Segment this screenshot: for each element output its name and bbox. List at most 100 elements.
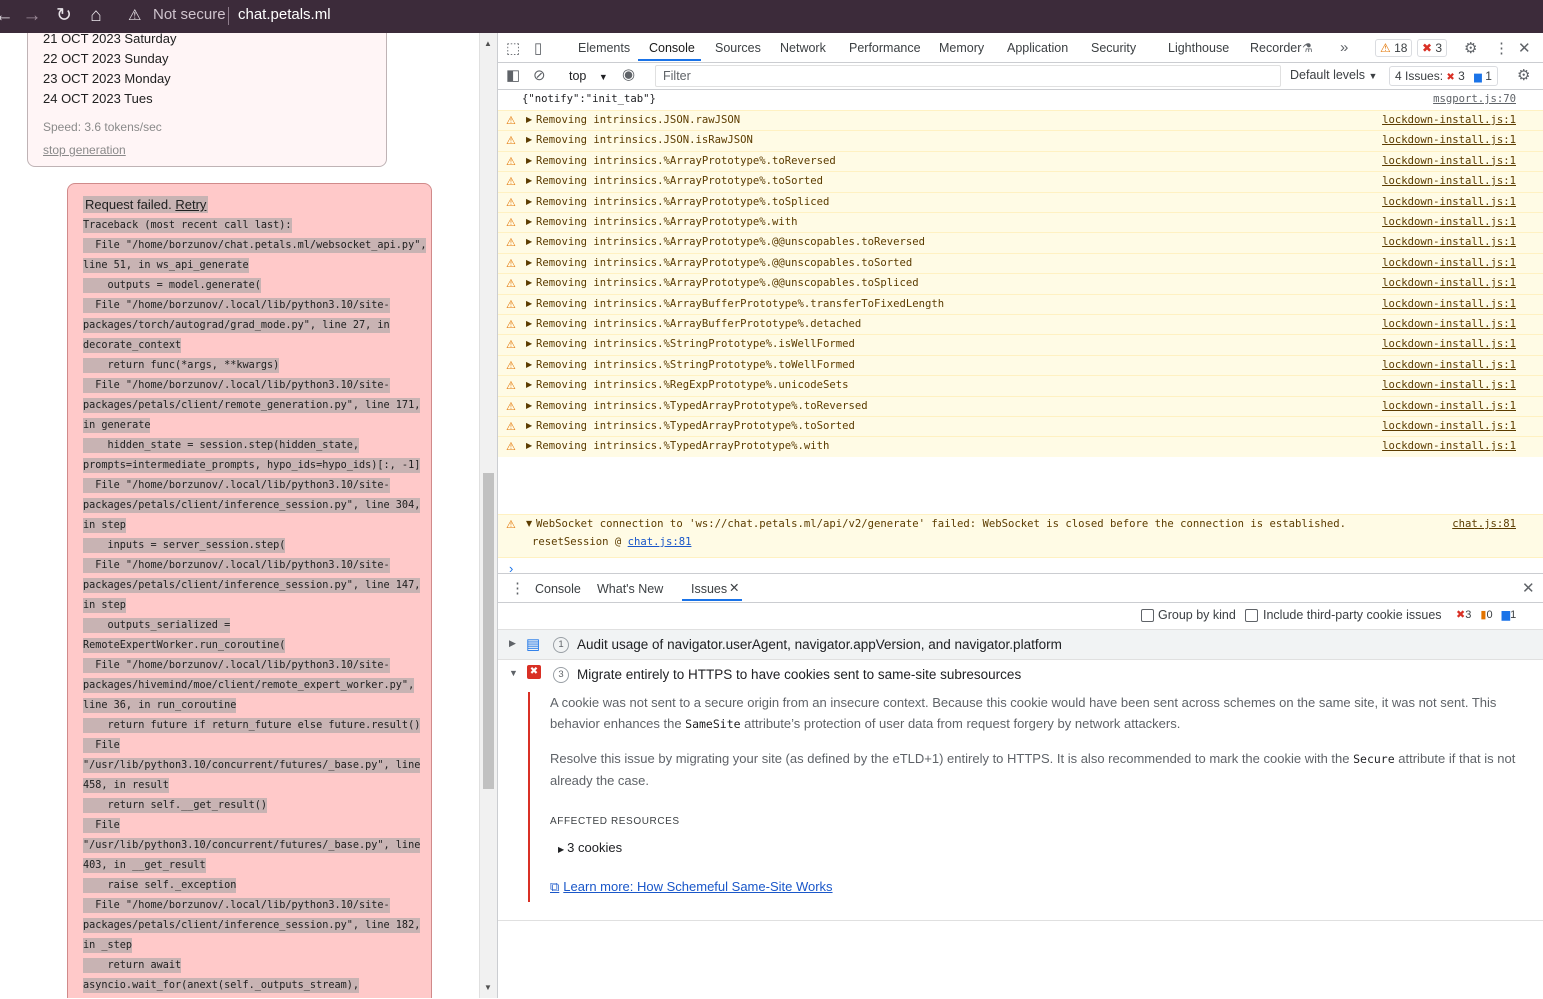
tab-memory[interactable]: Memory	[939, 41, 984, 55]
forward-arrow-icon[interactable]: →	[20, 4, 44, 28]
log-source-link[interactable]: lockdown-install.js:1	[1382, 196, 1516, 208]
group-by-kind-checkbox[interactable]	[1141, 609, 1154, 622]
collapsed-triangle-icon[interactable]: ▶	[526, 197, 532, 206]
device-toolbar-icon[interactable]: ▯	[534, 39, 542, 57]
collapsed-triangle-icon[interactable]: ▶	[526, 421, 532, 430]
collapsed-triangle-icon[interactable]: ▶	[526, 156, 532, 165]
clear-console-icon[interactable]: ⊘	[533, 66, 546, 84]
collapsed-triangle-icon[interactable]: ▶	[509, 638, 516, 649]
console-warning-row[interactable]: ⚠ ▶ Removing intrinsics.%TypedArrayPrototy…	[498, 416, 1543, 437]
console-warning-row[interactable]: ⚠ ▶ Removing intrinsics.%ArrayBufferProtot…	[498, 293, 1543, 315]
log-source-link[interactable]: chat.js:81	[1452, 518, 1516, 530]
filter-input[interactable]: Filter	[655, 65, 1281, 87]
console-warning-row[interactable]: ⚠ ▶ Removing intrinsics.JSON.rawJSON lockdo…	[498, 110, 1543, 131]
errors-counter[interactable]: ✖ 3	[1417, 39, 1448, 57]
log-source-link[interactable]: lockdown-install.js:1	[1382, 359, 1516, 371]
drawer-menu-icon[interactable]: ⋮	[510, 579, 525, 597]
warnings-counter[interactable]: ⚠ 18	[1375, 39, 1413, 57]
address-bar-url[interactable]: chat.petals.ml	[238, 6, 331, 23]
log-source-link[interactable]: lockdown-install.js:1	[1382, 379, 1516, 391]
collapsed-triangle-icon[interactable]: ▶	[526, 441, 532, 450]
tab-network[interactable]: Network	[780, 41, 826, 55]
back-arrow-icon[interactable]: ←	[0, 4, 16, 28]
learn-more-link[interactable]: ⧉ Learn more: How Schemeful Same-Site Wor…	[550, 879, 833, 895]
collapsed-triangle-icon[interactable]: ▶	[526, 339, 532, 348]
collapsed-triangle-icon[interactable]: ▶	[526, 237, 532, 246]
console-prompt-icon[interactable]: ›	[509, 561, 513, 573]
reload-icon[interactable]: ↻	[52, 4, 76, 28]
log-source-link[interactable]: lockdown-install.js:1	[1382, 175, 1516, 187]
close-tab-icon[interactable]: ✕	[729, 580, 739, 595]
settings-gear-icon[interactable]: ⚙	[1464, 39, 1477, 57]
more-tabs-icon[interactable]: »	[1340, 39, 1348, 56]
tab-sources[interactable]: Sources	[715, 41, 761, 55]
collapsed-triangle-icon[interactable]: ▶	[526, 258, 532, 267]
not-secure-label[interactable]: Not secure	[153, 6, 226, 23]
retry-link[interactable]: Retry	[175, 197, 206, 212]
console-warning-row[interactable]: ⚠ ▶ Removing intrinsics.JSON.isRawJSON lock…	[498, 130, 1543, 152]
collapsed-triangle-icon[interactable]: ▶	[526, 115, 532, 124]
collapsed-triangle-icon[interactable]: ▶	[526, 401, 532, 410]
collapsed-triangle-icon[interactable]: ▶	[526, 176, 532, 185]
collapsed-triangle-icon[interactable]: ▶	[526, 380, 532, 389]
log-source-link[interactable]: lockdown-install.js:1	[1382, 114, 1516, 126]
collapsed-triangle-icon[interactable]: ▶	[526, 217, 532, 226]
console-warning-row[interactable]: ⚠ ▶ Removing intrinsics.%ArrayPrototype%.@…	[498, 252, 1543, 274]
log-source-link[interactable]: lockdown-install.js:1	[1382, 277, 1516, 289]
expanded-triangle-icon[interactable]: ▼	[509, 668, 518, 678]
console-warning-row[interactable]: ⚠ ▶ Removing intrinsics.%ArrayPrototype%.@…	[498, 232, 1543, 254]
issue-row[interactable]: ▼ ✖ 3 Migrate entirely to HTTPS to have …	[498, 660, 1543, 690]
tab-elements[interactable]: Elements	[578, 41, 630, 55]
log-source-link[interactable]: lockdown-install.js:1	[1382, 134, 1516, 146]
scroll-down-arrow-icon[interactable]: ▼	[484, 983, 492, 992]
third-party-checkbox[interactable]	[1245, 609, 1258, 622]
issue-row[interactable]: ▶ ▤ 1 Audit usage of navigator.userAgent…	[498, 630, 1543, 660]
log-source-link[interactable]: msgport.js:70	[1433, 93, 1516, 105]
console-warning-row[interactable]: ⚠ ▶ Removing intrinsics.%TypedArrayPrototy…	[498, 395, 1543, 417]
console-warning-row[interactable]: ⚠ ▶ Removing intrinsics.%StringPrototype%.…	[498, 334, 1543, 356]
warning-triangle-icon[interactable]: ⚠	[128, 6, 141, 24]
console-warning-row[interactable]: ⚠ ▶ Removing intrinsics.%StringPrototype%.…	[498, 354, 1543, 376]
eye-icon[interactable]: ◉	[622, 65, 635, 83]
console-warning-row[interactable]: ⚠ ▶ Removing intrinsics.%ArrayPrototype%.t…	[498, 191, 1543, 213]
log-source-link[interactable]: lockdown-install.js:1	[1382, 216, 1516, 228]
console-warning-row[interactable]: ⚠ ▶ Removing intrinsics.%ArrayPrototype%.t…	[498, 150, 1543, 172]
tab-recorder[interactable]: Recorder	[1250, 41, 1301, 55]
tab-console[interactable]: Console	[649, 41, 695, 55]
context-selector[interactable]: top ▼	[569, 69, 608, 83]
log-source-link[interactable]: lockdown-install.js:1	[1382, 155, 1516, 167]
console-warning-row[interactable]: ⚠ ▶ Removing intrinsics.%ArrayPrototype%.t…	[498, 171, 1543, 193]
sidebar-toggle-icon[interactable]: ◧	[506, 66, 520, 84]
log-source-link[interactable]: lockdown-install.js:1	[1382, 298, 1516, 310]
websocket-error-row[interactable]: ⚠ ▼ WebSocket connection to 'ws://chat.p…	[498, 514, 1543, 558]
log-source-link[interactable]: lockdown-install.js:1	[1382, 420, 1516, 432]
drawer-tab-whats-new[interactable]: What's New	[597, 582, 663, 596]
log-source-link[interactable]: lockdown-install.js:1	[1382, 440, 1516, 452]
page-scrollbar[interactable]: ▲ ▼	[479, 33, 497, 998]
log-source-link[interactable]: lockdown-install.js:1	[1382, 257, 1516, 269]
stop-generation-link[interactable]: stop generation	[43, 143, 126, 157]
stack-link[interactable]: chat.js:81	[628, 536, 692, 548]
scrollbar-thumb[interactable]	[483, 473, 494, 789]
console-warning-row[interactable]: ⚠ ▶ Removing intrinsics.%RegExpPrototype%.…	[498, 375, 1543, 397]
home-icon[interactable]: ⌂	[84, 4, 108, 28]
kebab-menu-icon[interactable]: ⋮	[1494, 39, 1509, 57]
console-warning-row[interactable]: ⚠ ▶ Removing intrinsics.%ArrayBufferProtot…	[498, 314, 1543, 335]
log-source-link[interactable]: lockdown-install.js:1	[1382, 236, 1516, 248]
issues-button[interactable]: 4 Issues: ✖ 3 ▆ 1	[1389, 66, 1498, 86]
log-source-link[interactable]: lockdown-install.js:1	[1382, 400, 1516, 412]
log-levels-dropdown[interactable]: Default levels ▼	[1290, 68, 1377, 82]
expanded-triangle-icon[interactable]: ▼	[526, 519, 532, 528]
scroll-up-arrow-icon[interactable]: ▲	[484, 39, 492, 48]
close-devtools-icon[interactable]: ✕	[1518, 39, 1531, 57]
collapsed-triangle-icon[interactable]: ▶	[526, 319, 532, 328]
cookies-toggle[interactable]: ▶ 3 cookies	[558, 840, 622, 855]
log-source-link[interactable]: lockdown-install.js:1	[1382, 318, 1516, 330]
console-warning-row[interactable]: ⚠ ▶ Removing intrinsics.%ArrayPrototype%.@…	[498, 273, 1543, 295]
tab-security[interactable]: Security	[1091, 41, 1136, 55]
console-warning-row[interactable]: ⚠ ▶ Removing intrinsics.%ArrayPrototype%.w…	[498, 212, 1543, 233]
collapsed-triangle-icon[interactable]: ▶	[526, 135, 532, 144]
console-settings-icon[interactable]: ⚙	[1517, 66, 1530, 84]
drawer-tab-console[interactable]: Console	[535, 582, 581, 596]
tab-application[interactable]: Application	[1007, 41, 1068, 55]
